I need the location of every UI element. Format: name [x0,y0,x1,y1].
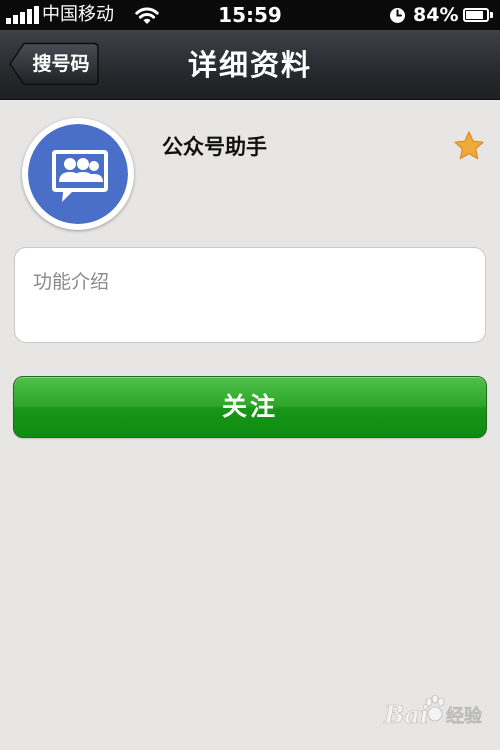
paw-icon [425,694,445,722]
clock-icon [390,8,405,23]
avatar[interactable] [22,118,134,230]
watermark: Bai 经验 [384,690,496,732]
battery-percent: 84% [413,4,459,26]
battery-fill [466,11,483,19]
back-button[interactable]: 搜号码 [8,41,100,87]
back-button-label: 搜号码 [32,53,90,75]
status-bar: 中国移动 15:59 84% [0,0,500,30]
navigation-bar: 搜号码 详细资料 [0,30,500,100]
watermark-brand-right: 经验 [446,706,483,728]
battery-icon [463,8,489,22]
intro-label: 功能介绍 [33,271,110,293]
group-chat-icon [28,124,128,224]
watermark-brand-left: Bai [384,700,430,730]
star-icon[interactable] [453,130,485,162]
intro-card: 功能介绍 [14,247,486,343]
follow-button[interactable]: 关注 [13,376,487,438]
battery-tip [490,12,493,18]
account-name: 公众号助手 [162,135,267,159]
